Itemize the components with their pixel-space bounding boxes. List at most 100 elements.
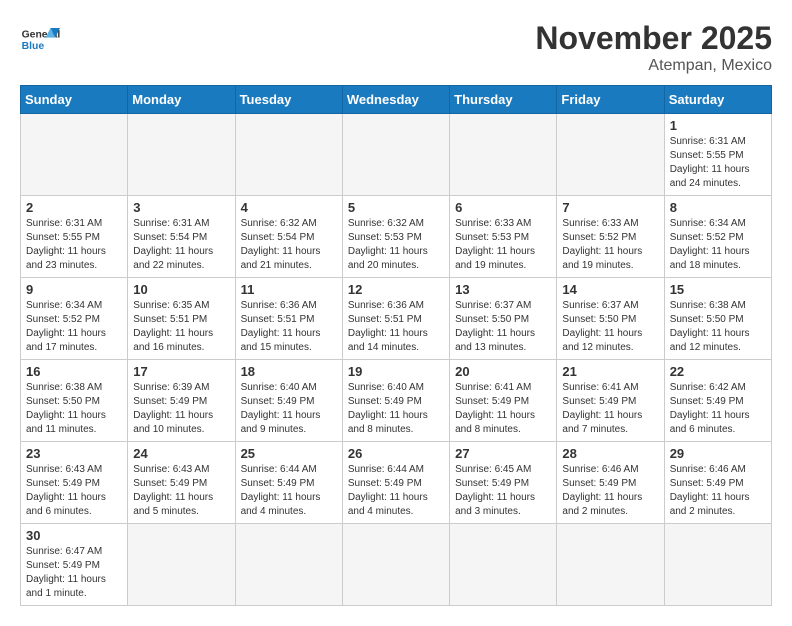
day-info: Sunrise: 6:40 AMSunset: 5:49 PMDaylight:… (348, 381, 444, 437)
day-number: 23 (26, 446, 122, 461)
day-number: 3 (133, 200, 229, 215)
day-info: Sunrise: 6:36 AMSunset: 5:51 PMDaylight:… (241, 299, 337, 355)
day-number: 21 (562, 364, 658, 379)
day-number: 4 (241, 200, 337, 215)
calendar-cell: 7Sunrise: 6:33 AMSunset: 5:52 PMDaylight… (557, 196, 664, 278)
calendar-cell: 5 Sunrise: 6:32 AMSunset: 5:53 PMDaylight… (342, 196, 449, 278)
day-number: 6 (455, 200, 551, 215)
calendar-week-2: 2 Sunrise: 6:31 AMSunset: 5:55 PMDaylight… (21, 196, 772, 278)
day-info: Sunrise: 6:37 AMSunset: 5:50 PMDaylight:… (455, 299, 551, 355)
day-number: 14 (562, 282, 658, 297)
calendar-cell (557, 524, 664, 606)
day-info: Sunrise: 6:32 AMSunset: 5:53 PMDaylight:… (348, 217, 444, 273)
day-info: Sunrise: 6:38 AMSunset: 5:50 PMDaylight:… (670, 299, 766, 355)
calendar-cell: 1Sunrise: 6:31 AMSunset: 5:55 PMDaylight… (664, 114, 771, 196)
calendar-cell (342, 524, 449, 606)
day-number: 9 (26, 282, 122, 297)
calendar-cell: 16 Sunrise: 6:38 AMSunset: 5:50 PMDayligh… (21, 360, 128, 442)
day-number: 12 (348, 282, 444, 297)
calendar-cell: 23 Sunrise: 6:43 AMSunset: 5:49 PMDayligh… (21, 442, 128, 524)
day-number: 5 (348, 200, 444, 215)
calendar-cell: 27Sunrise: 6:45 AMSunset: 5:49 PMDayligh… (450, 442, 557, 524)
calendar-week-3: 9 Sunrise: 6:34 AMSunset: 5:52 PMDaylight… (21, 278, 772, 360)
day-number: 25 (241, 446, 337, 461)
day-number: 28 (562, 446, 658, 461)
day-info: Sunrise: 6:35 AMSunset: 5:51 PMDaylight:… (133, 299, 229, 355)
day-info: Sunrise: 6:45 AMSunset: 5:49 PMDaylight:… (455, 463, 551, 519)
day-number: 26 (348, 446, 444, 461)
location: Atempan, Mexico (535, 57, 772, 75)
day-info: Sunrise: 6:37 AMSunset: 5:50 PMDaylight:… (562, 299, 658, 355)
month-title: November 2025 (535, 20, 772, 57)
day-info: Sunrise: 6:43 AMSunset: 5:49 PMDaylight:… (26, 463, 122, 519)
day-number: 11 (241, 282, 337, 297)
calendar-cell: 11 Sunrise: 6:36 AMSunset: 5:51 PMDayligh… (235, 278, 342, 360)
day-number: 19 (348, 364, 444, 379)
day-info: Sunrise: 6:44 AMSunset: 5:49 PMDaylight:… (348, 463, 444, 519)
day-info: Sunrise: 6:31 AMSunset: 5:54 PMDaylight:… (133, 217, 229, 273)
day-info: Sunrise: 6:47 AMSunset: 5:49 PMDaylight:… (26, 545, 122, 601)
weekday-header-row: SundayMondayTuesdayWednesdayThursdayFrid… (21, 86, 772, 114)
day-number: 10 (133, 282, 229, 297)
day-info: Sunrise: 6:33 AMSunset: 5:53 PMDaylight:… (455, 217, 551, 273)
calendar-cell: 20 Sunrise: 6:41 AMSunset: 5:49 PMDayligh… (450, 360, 557, 442)
page-header: General Blue November 2025 Atempan, Mexi… (20, 20, 772, 75)
calendar-cell: 21 Sunrise: 6:41 AMSunset: 5:49 PMDayligh… (557, 360, 664, 442)
calendar-cell (557, 114, 664, 196)
calendar-cell: 15 Sunrise: 6:38 AMSunset: 5:50 PMDayligh… (664, 278, 771, 360)
day-number: 13 (455, 282, 551, 297)
calendar-cell: 4 Sunrise: 6:32 AMSunset: 5:54 PMDaylight… (235, 196, 342, 278)
weekday-header-friday: Friday (557, 86, 664, 114)
calendar-cell: 24 Sunrise: 6:43 AMSunset: 5:49 PMDayligh… (128, 442, 235, 524)
weekday-header-sunday: Sunday (21, 86, 128, 114)
day-number: 24 (133, 446, 229, 461)
weekday-header-tuesday: Tuesday (235, 86, 342, 114)
day-info: Sunrise: 6:38 AMSunset: 5:50 PMDaylight:… (26, 381, 122, 437)
calendar-cell: 8Sunrise: 6:34 AMSunset: 5:52 PMDaylight… (664, 196, 771, 278)
svg-text:Blue: Blue (22, 41, 45, 52)
calendar-cell: 22Sunrise: 6:42 AMSunset: 5:49 PMDayligh… (664, 360, 771, 442)
title-block: November 2025 Atempan, Mexico (535, 20, 772, 75)
day-info: Sunrise: 6:34 AMSunset: 5:52 PMDaylight:… (670, 217, 766, 273)
calendar-cell (235, 524, 342, 606)
day-number: 2 (26, 200, 122, 215)
weekday-header-saturday: Saturday (664, 86, 771, 114)
calendar-week-6: 30Sunrise: 6:47 AMSunset: 5:49 PMDayligh… (21, 524, 772, 606)
calendar: SundayMondayTuesdayWednesdayThursdayFrid… (20, 85, 772, 606)
calendar-body: 1Sunrise: 6:31 AMSunset: 5:55 PMDaylight… (21, 114, 772, 606)
calendar-cell: 14 Sunrise: 6:37 AMSunset: 5:50 PMDayligh… (557, 278, 664, 360)
day-info: Sunrise: 6:31 AMSunset: 5:55 PMDaylight:… (26, 217, 122, 273)
calendar-cell (235, 114, 342, 196)
calendar-cell: 19 Sunrise: 6:40 AMSunset: 5:49 PMDayligh… (342, 360, 449, 442)
day-info: Sunrise: 6:40 AMSunset: 5:49 PMDaylight:… (241, 381, 337, 437)
day-info: Sunrise: 6:41 AMSunset: 5:49 PMDaylight:… (562, 381, 658, 437)
calendar-cell: 12Sunrise: 6:36 AMSunset: 5:51 PMDayligh… (342, 278, 449, 360)
day-info: Sunrise: 6:34 AMSunset: 5:52 PMDaylight:… (26, 299, 122, 355)
day-info: Sunrise: 6:41 AMSunset: 5:49 PMDaylight:… (455, 381, 551, 437)
calendar-cell: 6 Sunrise: 6:33 AMSunset: 5:53 PMDaylight… (450, 196, 557, 278)
day-number: 15 (670, 282, 766, 297)
calendar-cell: 2 Sunrise: 6:31 AMSunset: 5:55 PMDaylight… (21, 196, 128, 278)
day-number: 17 (133, 364, 229, 379)
calendar-cell: 18 Sunrise: 6:40 AMSunset: 5:49 PMDayligh… (235, 360, 342, 442)
day-number: 16 (26, 364, 122, 379)
day-info: Sunrise: 6:31 AMSunset: 5:55 PMDaylight:… (670, 135, 766, 191)
weekday-header-thursday: Thursday (450, 86, 557, 114)
calendar-cell (128, 524, 235, 606)
calendar-cell: 10 Sunrise: 6:35 AMSunset: 5:51 PMDayligh… (128, 278, 235, 360)
calendar-cell: 29Sunrise: 6:46 AMSunset: 5:49 PMDayligh… (664, 442, 771, 524)
calendar-cell: 9 Sunrise: 6:34 AMSunset: 5:52 PMDaylight… (21, 278, 128, 360)
calendar-cell: 25Sunrise: 6:44 AMSunset: 5:49 PMDayligh… (235, 442, 342, 524)
day-number: 7 (562, 200, 658, 215)
calendar-cell (450, 524, 557, 606)
day-number: 20 (455, 364, 551, 379)
weekday-header-wednesday: Wednesday (342, 86, 449, 114)
calendar-cell: 3 Sunrise: 6:31 AMSunset: 5:54 PMDaylight… (128, 196, 235, 278)
day-info: Sunrise: 6:39 AMSunset: 5:49 PMDaylight:… (133, 381, 229, 437)
day-info: Sunrise: 6:32 AMSunset: 5:54 PMDaylight:… (241, 217, 337, 273)
weekday-header-monday: Monday (128, 86, 235, 114)
day-info: Sunrise: 6:43 AMSunset: 5:49 PMDaylight:… (133, 463, 229, 519)
day-number: 18 (241, 364, 337, 379)
logo: General Blue (20, 20, 60, 60)
calendar-cell: 30Sunrise: 6:47 AMSunset: 5:49 PMDayligh… (21, 524, 128, 606)
